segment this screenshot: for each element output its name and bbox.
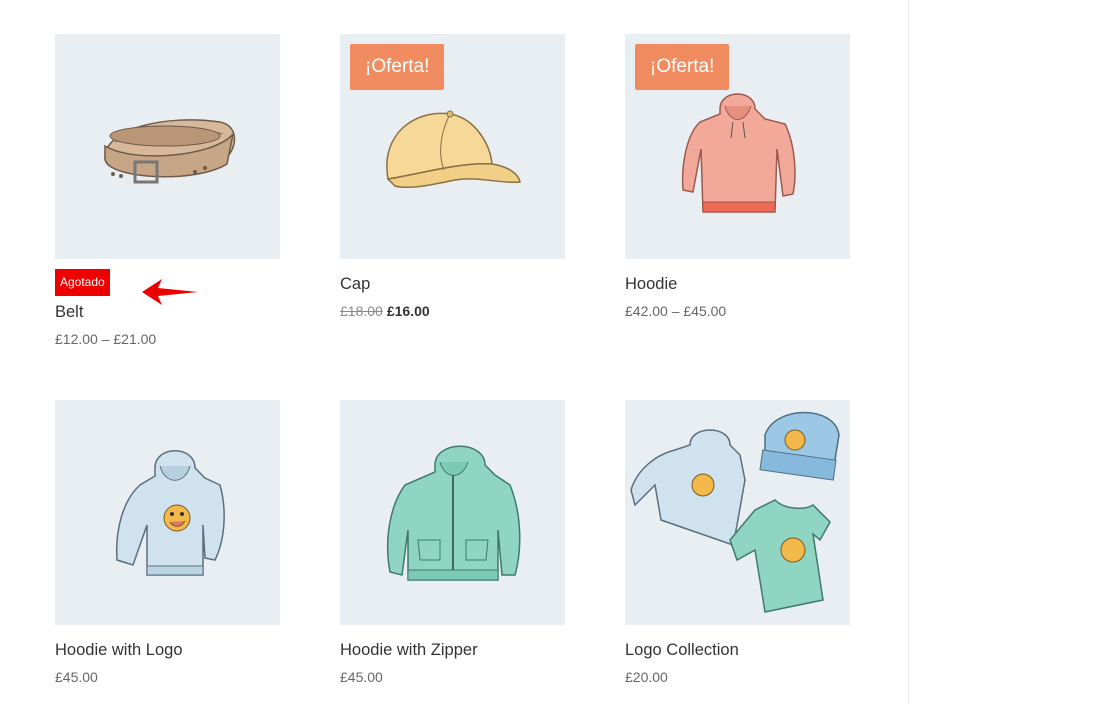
old-price: £18.00	[340, 303, 383, 319]
product-image-logo-collection[interactable]	[625, 400, 850, 625]
sale-badge: ¡Oferta!	[350, 44, 445, 90]
hoodie-with-logo-illustration	[115, 450, 225, 576]
product-card-cap: ¡Oferta! Cap £18.00 £16.00	[340, 34, 565, 320]
out-of-stock-badge: Agotado	[55, 269, 110, 296]
product-price-belt: £12.00 – £21.00	[55, 331, 157, 347]
product-image-hoodie[interactable]: ¡Oferta!	[625, 34, 850, 259]
product-price-logo-collection: £20.00	[625, 669, 668, 685]
sidebar-divider	[908, 0, 909, 704]
product-card-hoodie: ¡Oferta! Hoodie £42.00 – £45.00	[625, 34, 850, 320]
product-image-belt[interactable]	[55, 34, 280, 259]
product-price-hoodie: £42.00 – £45.00	[625, 303, 727, 319]
product-card-hoodie-with-zipper: Hoodie with Zipper £45.00	[340, 400, 565, 686]
red-arrow-icon	[142, 279, 198, 305]
sale-price: £16.00	[386, 303, 430, 319]
hoodie-with-zipper-illustration	[387, 445, 521, 581]
product-price-hoodie-with-zipper: £45.00	[340, 669, 383, 685]
logo-collection-illustration	[630, 411, 840, 613]
product-price-cap: £18.00 £16.00	[340, 302, 565, 320]
product-title-hoodie[interactable]: Hoodie	[625, 274, 850, 294]
product-image-hoodie-with-zipper[interactable]	[340, 400, 565, 625]
product-title-cap[interactable]: Cap	[340, 274, 565, 294]
product-title-hoodie-with-logo[interactable]: Hoodie with Logo	[55, 640, 280, 660]
product-title-logo-collection[interactable]: Logo Collection	[625, 640, 850, 660]
product-card-logo-collection: Logo Collection £20.00	[625, 400, 850, 686]
sale-badge: ¡Oferta!	[635, 44, 730, 90]
product-price-hoodie-with-logo: £45.00	[55, 669, 98, 685]
belt-illustration	[104, 119, 236, 184]
product-image-cap[interactable]: ¡Oferta!	[340, 34, 565, 259]
product-image-hoodie-with-logo[interactable]	[55, 400, 280, 625]
product-title-hoodie-with-zipper[interactable]: Hoodie with Zipper	[340, 640, 565, 660]
product-card-hoodie-with-logo: Hoodie with Logo £45.00	[55, 400, 280, 686]
